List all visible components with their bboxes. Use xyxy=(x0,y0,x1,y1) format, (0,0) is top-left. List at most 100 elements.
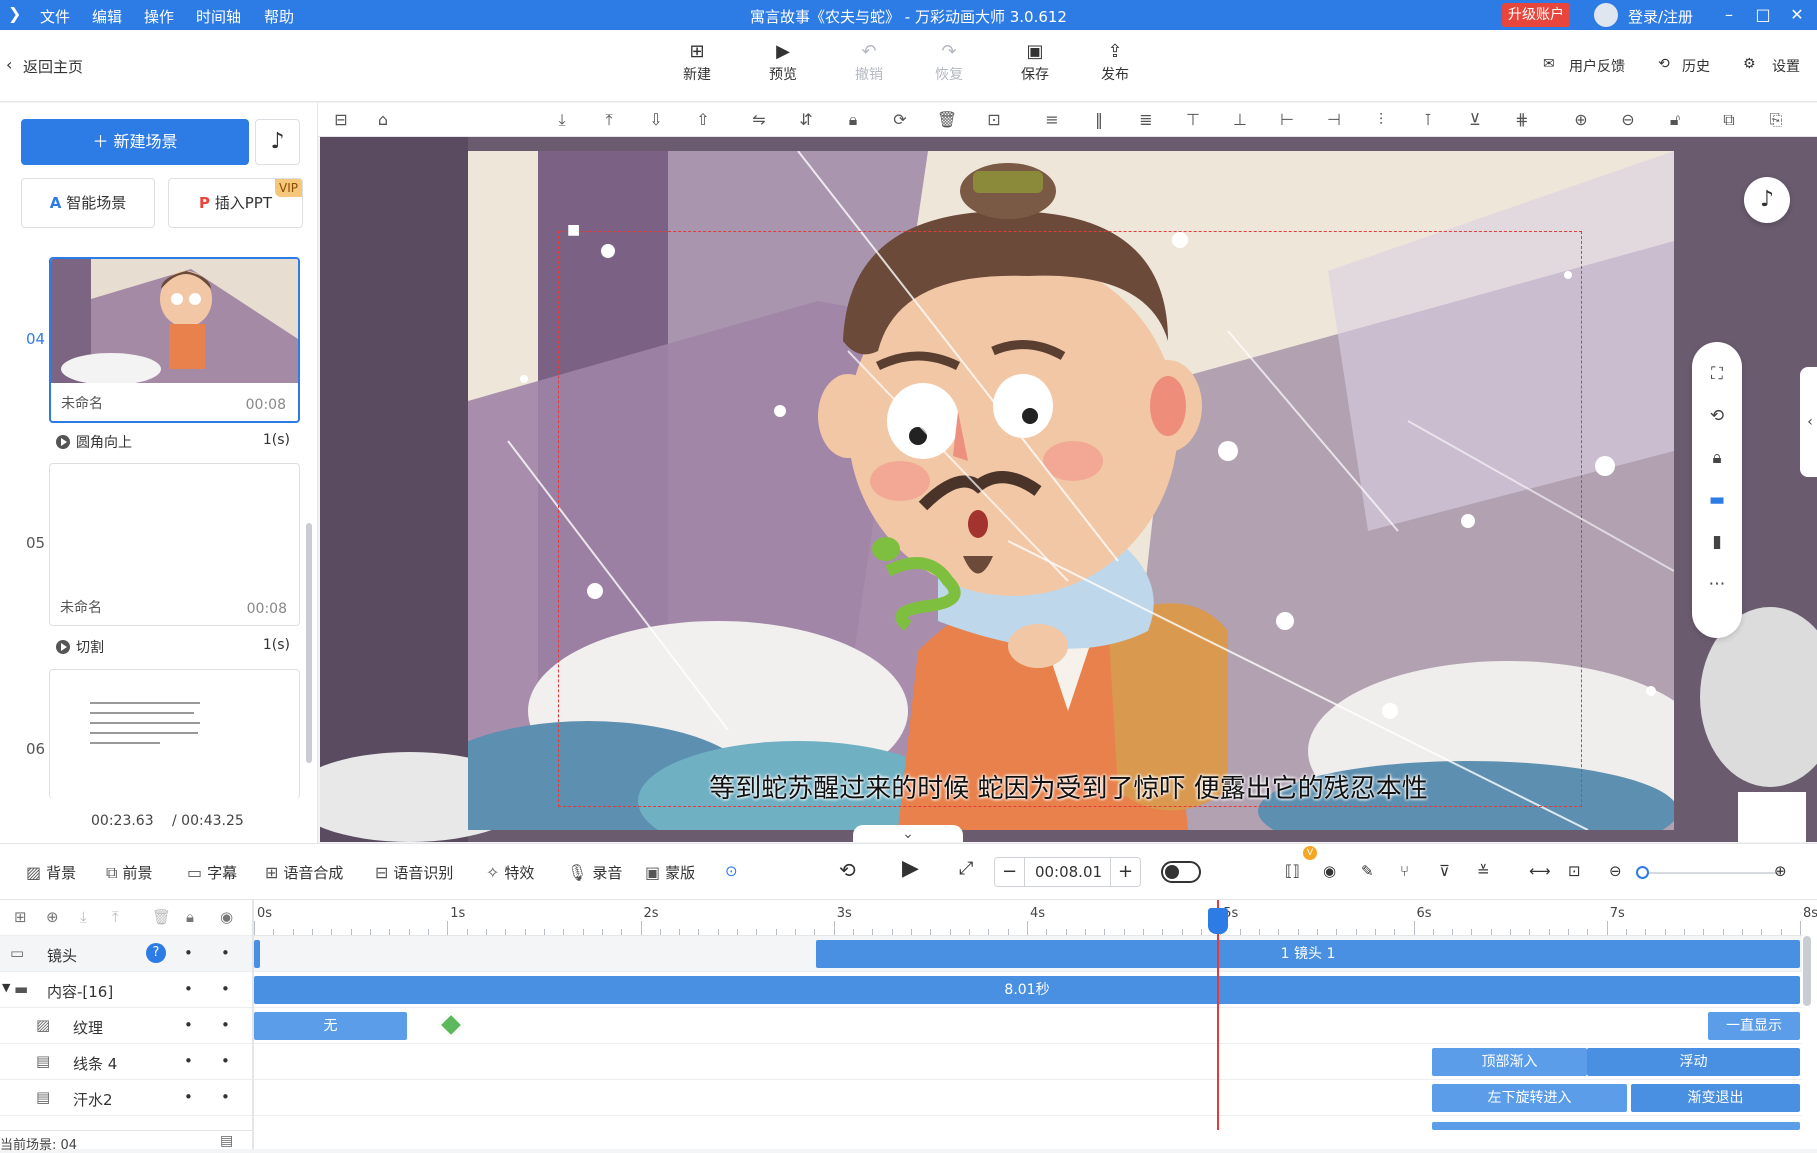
portrait-icon[interactable]: ▮ xyxy=(1705,530,1729,554)
lock-toggle[interactable]: • xyxy=(184,980,193,998)
menu-timeline[interactable]: 时间轴 xyxy=(196,6,241,27)
partial-clip[interactable] xyxy=(1432,1122,1800,1130)
expand-panel-icon[interactable]: ‹ xyxy=(1800,367,1817,477)
rotate-icon[interactable]: ⟳ xyxy=(889,109,911,131)
music-button[interactable]: ♪ xyxy=(255,119,300,165)
paste-icon[interactable]: ⎘ xyxy=(1765,109,1787,131)
new-scene-button[interactable]: ＋ 新建场景 xyxy=(21,119,249,165)
fullscreen-icon[interactable]: ⤢ xyxy=(959,858,973,879)
publish-button[interactable]: ⇪ 发布 xyxy=(1085,40,1145,84)
scene-scrollbar[interactable] xyxy=(306,523,312,763)
sweat-enter-clip[interactable]: 左下旋转进入 xyxy=(1432,1084,1627,1112)
time-increment-button[interactable]: + xyxy=(1110,858,1140,886)
scene-thumbnail-04[interactable]: 未命名 00:08 xyxy=(49,257,300,423)
edit-icon[interactable]: ✎ xyxy=(1361,862,1374,880)
move-layer-up-icon[interactable]: ⤒ xyxy=(112,908,119,926)
maximize-icon[interactable]: □ xyxy=(1752,4,1774,26)
settings-link[interactable]: 设置 xyxy=(1772,56,1800,76)
align-bottom-icon[interactable]: ⊢ xyxy=(1276,109,1298,131)
foreground-tool[interactable]: ⧉ 前景 xyxy=(106,862,152,883)
caption-tool[interactable]: ▭ 字幕 xyxy=(187,862,237,883)
move-top-icon[interactable]: ⤒ xyxy=(598,109,620,131)
menu-edit[interactable]: 编辑 xyxy=(92,6,122,27)
lock-icon[interactable]: 🔒︎ xyxy=(1705,446,1729,470)
move-layer-down-icon[interactable]: ⤓ xyxy=(80,908,87,926)
record-tool[interactable]: 🎙︎ 录音 xyxy=(567,862,622,883)
track-camera[interactable]: ▭ 镜头 ? • • xyxy=(0,936,252,972)
sweat-exit-clip[interactable]: 渐变退出 xyxy=(1631,1084,1800,1112)
add-layer-icon[interactable]: ⊕ xyxy=(46,908,59,926)
list-icon[interactable]: ▤ xyxy=(220,1133,233,1149)
zoom-in-icon[interactable]: ⊕ xyxy=(1570,109,1592,131)
lock-icon[interactable]: 🔒︎ xyxy=(842,109,864,131)
move-bottom-icon[interactable]: ⤓ xyxy=(551,109,573,131)
save-button[interactable]: ▣ 保存 xyxy=(1005,40,1065,84)
time-input[interactable]: 00:08.01 xyxy=(1025,858,1112,886)
transition-item[interactable]: 切割 1(s) xyxy=(56,637,296,657)
canvas-area[interactable]: ■ 等到蛇苏醒过来的时候 蛇因为受到了惊吓 便露出它的残忍本性 ♪ ⛶ ⟲ 🔒︎… xyxy=(320,137,1817,842)
new-button[interactable]: ⊞ 新建 xyxy=(667,40,727,84)
unlock-icon[interactable]: 🔓︎ xyxy=(1664,109,1686,131)
upgrade-button[interactable]: 升级账户 xyxy=(1502,3,1570,27)
eye-icon[interactable]: ◉ xyxy=(220,908,233,926)
expand-icon[interactable]: ▼ xyxy=(2,981,10,994)
fullscreen-icon[interactable]: ⛶ xyxy=(1705,362,1729,386)
distribute-h-icon[interactable]: ⊣ xyxy=(1323,109,1345,131)
align-middle-icon[interactable]: ⊥ xyxy=(1229,109,1251,131)
line-enter-clip[interactable]: 顶部渐入 xyxy=(1432,1048,1587,1076)
history-link[interactable]: 历史 xyxy=(1682,56,1710,76)
scene-thumbnail-06[interactable] xyxy=(49,669,300,799)
flip-vertical-icon[interactable]: ⇵ xyxy=(795,109,817,131)
subtitle-text[interactable]: 等到蛇苏醒过来的时候 蛇因为受到了惊吓 便露出它的残忍本性 xyxy=(320,768,1817,805)
avatar[interactable] xyxy=(1594,3,1618,27)
line-float-clip[interactable]: 浮动 xyxy=(1587,1048,1800,1076)
more-tools-icon[interactable]: ⊙ xyxy=(725,862,738,880)
back-icon[interactable]: ‹ xyxy=(6,55,12,74)
same-height-icon[interactable]: ⊻ xyxy=(1464,109,1486,131)
distribute-v-icon[interactable]: ⫶ xyxy=(1370,109,1392,131)
sliders-icon[interactable]: ≚ xyxy=(1477,862,1490,880)
login-link[interactable]: 登录/注册 xyxy=(1628,6,1693,27)
mask-tool[interactable]: ▣ 蒙版 xyxy=(645,862,695,883)
delete-icon[interactable]: 🗑︎ xyxy=(936,109,958,131)
camera-frame[interactable] xyxy=(558,231,1582,807)
zoom-out-icon[interactable]: ⊖ xyxy=(1617,109,1639,131)
menu-operate[interactable]: 操作 xyxy=(144,6,174,27)
camera-snapshot-icon[interactable]: ◉ xyxy=(1323,862,1336,880)
gear-icon[interactable]: ⚙ xyxy=(1743,56,1756,72)
background-tool[interactable]: ▨ 背景 xyxy=(26,862,76,883)
smart-fit-icon[interactable]: ⟦⟧ xyxy=(1285,862,1300,880)
ruler-icon[interactable]: ⊟ xyxy=(330,109,352,131)
track-content[interactable]: ▼ ▬ 内容-[16] • • xyxy=(0,972,252,1008)
tts-tool[interactable]: ⊞ 语音合成 xyxy=(265,862,343,883)
visibility-toggle[interactable]: • xyxy=(221,980,230,998)
home-icon[interactable]: ⌂ xyxy=(372,109,394,131)
fit-width-icon[interactable]: ⟷ xyxy=(1529,862,1551,880)
snap-toggle[interactable] xyxy=(1161,861,1201,883)
playhead[interactable] xyxy=(1217,900,1219,1130)
track-line4[interactable]: ▤ 线条 4 • • xyxy=(0,1044,252,1080)
align-center-icon[interactable]: ‖ xyxy=(1088,109,1110,131)
branch-icon[interactable]: ⑂ xyxy=(1400,862,1409,880)
scene-thumbnail-05[interactable]: 未命名 00:08 xyxy=(49,463,300,626)
play-icon[interactable]: ▶ xyxy=(902,856,919,881)
visibility-toggle[interactable]: • xyxy=(221,1088,230,1106)
align-right-icon[interactable]: ≣ xyxy=(1135,109,1157,131)
actual-size-icon[interactable]: ⊡ xyxy=(1568,862,1581,880)
time-decrement-button[interactable]: − xyxy=(995,858,1025,886)
lock-toggle[interactable]: • xyxy=(184,1088,193,1106)
preview-button[interactable]: ▶ 预览 xyxy=(753,40,813,84)
time-ruler[interactable]: 0s 1s 2s 3s 4s 5s 6s 7s 8s xyxy=(254,900,1817,936)
content-clip[interactable]: 8.01秒 xyxy=(254,976,1800,1004)
zoom-slider-handle[interactable] xyxy=(1636,866,1649,879)
undo-button[interactable]: ↶ 撤销 xyxy=(839,40,899,84)
collapse-timeline-icon[interactable]: ⌄ xyxy=(853,825,963,842)
menu-help[interactable]: 帮助 xyxy=(264,6,294,27)
same-size-icon[interactable]: ⋕ xyxy=(1511,109,1533,131)
filter-icon[interactable]: ⊽ xyxy=(1439,862,1450,880)
feedback-link[interactable]: 用户反馈 xyxy=(1569,56,1625,76)
copy-icon[interactable]: ⧉ xyxy=(1718,109,1740,131)
visibility-toggle[interactable]: • xyxy=(221,1016,230,1034)
replay-icon[interactable]: ⟲ xyxy=(839,858,856,882)
rotate-icon[interactable]: ⟲ xyxy=(1705,404,1729,428)
